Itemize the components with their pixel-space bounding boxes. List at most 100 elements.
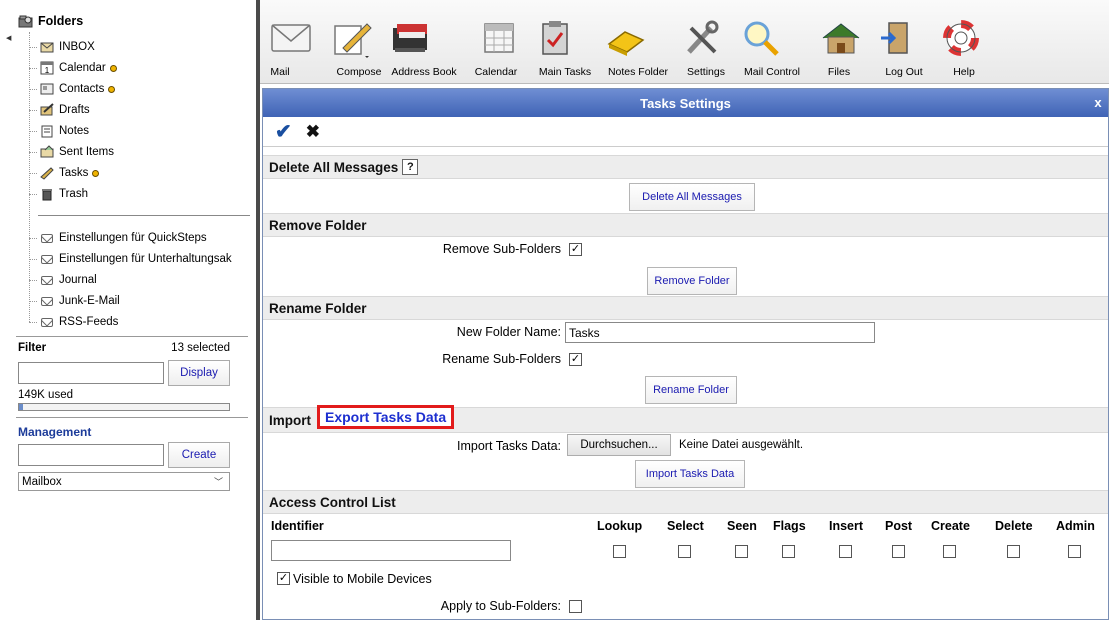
folders-icon bbox=[18, 15, 33, 28]
tree-connector bbox=[29, 300, 37, 302]
acl-column-header: Create bbox=[931, 519, 970, 533]
lifebuoy-icon bbox=[938, 16, 984, 60]
folder-label: RSS-Feeds bbox=[59, 316, 119, 328]
settings-tools-icon bbox=[680, 16, 726, 60]
import-heading: Import bbox=[269, 412, 311, 428]
folders-root[interactable]: Folders bbox=[18, 14, 83, 28]
new-folder-name-input[interactable]: Tasks bbox=[565, 322, 875, 343]
folder-label: Contacts bbox=[59, 83, 105, 95]
remove-subfolders-label: Remove Sub-Folders bbox=[442, 242, 561, 256]
folder-label: Einstellungen für QuickSteps bbox=[59, 232, 207, 244]
extra-folder-item[interactable]: Junk-E-Mail bbox=[29, 292, 120, 310]
filter-input[interactable] bbox=[18, 362, 164, 384]
toolbar-label[interactable]: Help bbox=[924, 66, 1004, 78]
folder-pane: ◀ Folders INBOX 1 Calendar Contacts Drafts No… bbox=[0, 0, 256, 620]
acl-identifier-input[interactable] bbox=[271, 540, 511, 561]
new-folder-name-label: New Folder Name: bbox=[456, 325, 561, 339]
logout-door-icon bbox=[874, 16, 920, 60]
tree-connector bbox=[29, 130, 37, 132]
acl-seen-checkbox[interactable] bbox=[734, 545, 748, 558]
folder-label: INBOX bbox=[59, 41, 95, 53]
cancel-x-icon[interactable]: ✖ bbox=[306, 122, 320, 142]
folder-label: Tasks bbox=[59, 167, 89, 179]
folder-item[interactable]: Tasks bbox=[29, 164, 100, 182]
visible-mobile-label: Visible to Mobile Devices bbox=[293, 572, 432, 586]
rename-folder-section-heading: Rename Folder bbox=[263, 296, 1108, 320]
folder-item[interactable]: Drafts bbox=[29, 101, 90, 119]
folder-item[interactable]: Contacts bbox=[29, 80, 116, 98]
management-input[interactable] bbox=[18, 444, 164, 466]
import-tasks-data-button[interactable]: Import Tasks Data bbox=[635, 460, 745, 488]
mail-folder-icon bbox=[39, 315, 55, 329]
acl-post-checkbox[interactable] bbox=[891, 545, 905, 558]
acl-lookup-checkbox[interactable] bbox=[612, 545, 626, 558]
filter-title: Filter bbox=[18, 342, 47, 354]
tree-connector bbox=[29, 193, 37, 195]
extra-folder-item[interactable]: RSS-Feeds bbox=[29, 313, 118, 331]
unread-dot-icon bbox=[109, 64, 117, 72]
tree-connector bbox=[29, 67, 37, 69]
create-button[interactable]: Create bbox=[168, 442, 230, 468]
acl-delete-checkbox[interactable] bbox=[1006, 545, 1020, 558]
browse-file-button[interactable]: Durchsuchen... bbox=[567, 434, 671, 456]
export-tasks-data-link[interactable]: Export Tasks Data bbox=[317, 405, 455, 429]
folder-item[interactable]: 1 Calendar bbox=[29, 59, 117, 77]
quota-used-label: 149K used bbox=[18, 389, 73, 401]
acl-section-heading: Access Control List bbox=[263, 490, 1108, 514]
pane-splitter[interactable] bbox=[256, 0, 260, 620]
address-book-icon bbox=[388, 16, 434, 60]
acl-insert-checkbox[interactable] bbox=[839, 545, 853, 558]
toolbar-label[interactable]: Mail bbox=[240, 66, 320, 78]
remove-folder-button[interactable]: Remove Folder bbox=[647, 267, 737, 295]
acl-select-checkbox[interactable] bbox=[678, 545, 692, 558]
rename-subfolders-checkbox[interactable]: ✓ bbox=[569, 353, 582, 366]
folder-item[interactable]: INBOX bbox=[29, 38, 95, 56]
collapse-arrow-icon[interactable]: ◀ bbox=[6, 34, 11, 42]
acl-column-header: Post bbox=[885, 519, 913, 533]
apply-subfolders-label: Apply to Sub-Folders: bbox=[440, 599, 561, 613]
toolbar-label[interactable]: Address Book bbox=[384, 66, 464, 78]
toolbar-label[interactable]: Calendar bbox=[456, 66, 536, 78]
acl-admin-checkbox[interactable] bbox=[1068, 545, 1082, 558]
drafts-icon bbox=[39, 103, 55, 117]
acl-flags-checkbox[interactable] bbox=[782, 545, 796, 558]
acl-column-header: Delete bbox=[995, 519, 1033, 533]
main-toolbar: Mail Compose Address Book Calendar Main Task… bbox=[260, 0, 1109, 84]
apply-subfolders-checkbox[interactable] bbox=[569, 600, 582, 613]
extra-folder-item[interactable]: Journal bbox=[29, 271, 97, 289]
remove-subfolders-checkbox[interactable]: ✓ bbox=[569, 243, 582, 256]
folder-label: Calendar bbox=[59, 62, 106, 74]
acl-create-checkbox[interactable] bbox=[943, 545, 957, 558]
tasks-settings-dialog: Tasks Settings x ✔ ✖ Delete All Messages… bbox=[262, 88, 1109, 620]
mailbox-select-value: Mailbox bbox=[22, 475, 62, 488]
extra-folder-item[interactable]: Einstellungen für QuickSteps bbox=[29, 229, 207, 247]
acl-heading: Access Control List bbox=[269, 494, 396, 510]
calendar-icon bbox=[476, 16, 522, 60]
notes-folder-icon bbox=[602, 16, 648, 60]
visible-mobile-checkbox[interactable]: ✓ bbox=[277, 572, 290, 585]
calendar-icon: 1 bbox=[39, 61, 55, 75]
display-button[interactable]: Display bbox=[168, 360, 230, 386]
toolbar-label[interactable]: Main Tasks bbox=[525, 66, 605, 78]
help-icon[interactable]: ? bbox=[402, 159, 419, 175]
extra-folder-item[interactable]: Einstellungen für Unterhaltungsak bbox=[29, 250, 232, 268]
unread-dot-icon bbox=[108, 85, 116, 93]
folder-label: Einstellungen für Unterhaltungsak bbox=[59, 253, 232, 265]
close-icon[interactable]: x bbox=[1091, 94, 1105, 110]
tree-connector bbox=[29, 88, 37, 90]
folder-label: Sent Items bbox=[59, 146, 114, 158]
folder-item[interactable]: Sent Items bbox=[29, 143, 114, 161]
folder-item[interactable]: Notes bbox=[29, 122, 89, 140]
tree-connector bbox=[29, 237, 37, 239]
tree-connector bbox=[29, 279, 37, 281]
save-checkmark-icon[interactable]: ✔ bbox=[275, 122, 292, 142]
mailbox-select[interactable]: Mailbox ﹀ bbox=[18, 472, 230, 491]
folder-label: Trash bbox=[59, 188, 88, 200]
tree-connector bbox=[29, 109, 37, 111]
rename-folder-button[interactable]: Rename Folder bbox=[645, 376, 737, 404]
mail-folder-icon bbox=[39, 231, 55, 245]
delete-all-messages-button[interactable]: Delete All Messages bbox=[629, 183, 755, 211]
folder-item[interactable]: Trash bbox=[29, 185, 88, 203]
mail-icon bbox=[268, 16, 314, 60]
divider bbox=[16, 417, 248, 418]
